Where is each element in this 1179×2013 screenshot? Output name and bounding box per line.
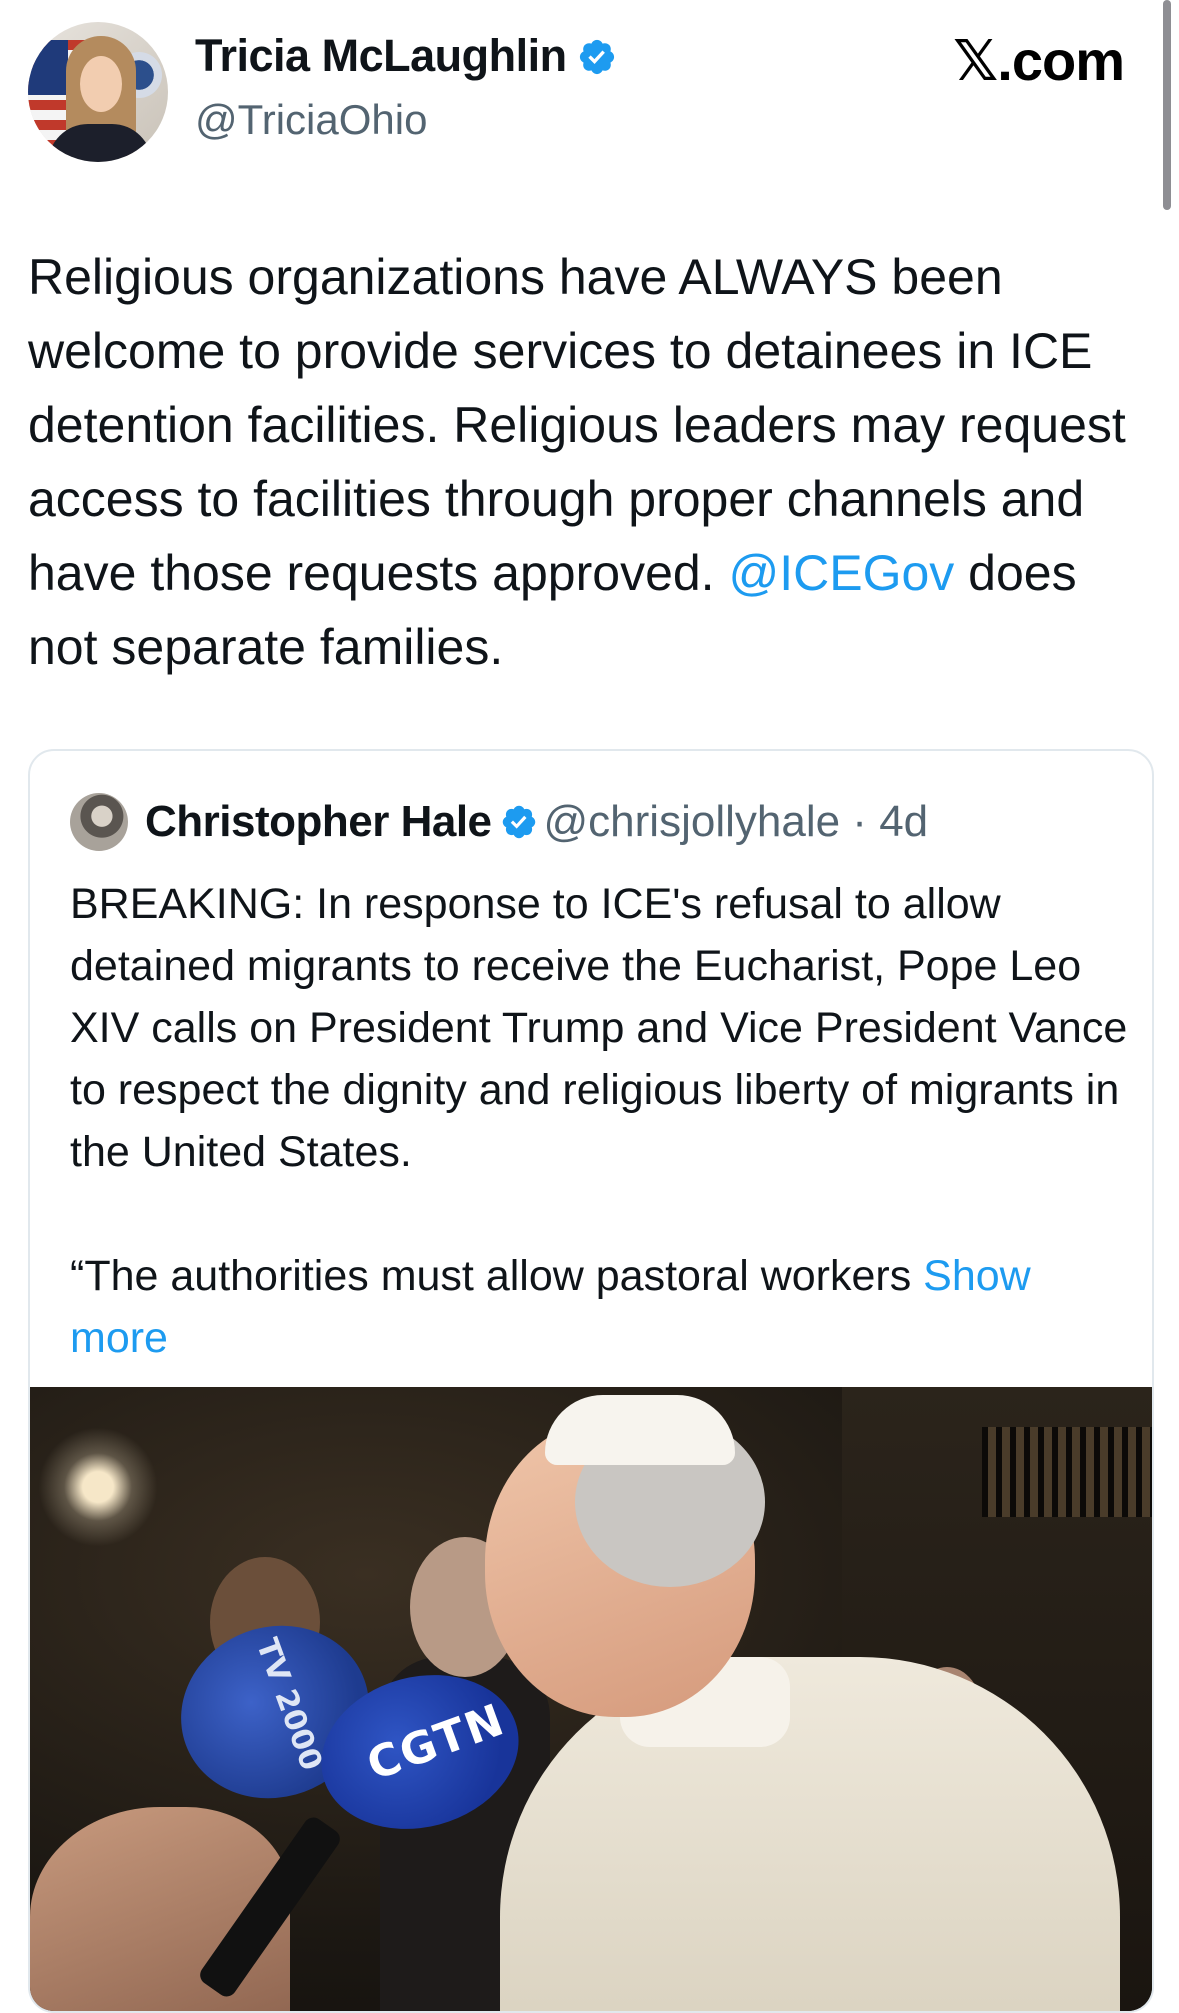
- quoted-author-handle[interactable]: @chrisjollyhale: [544, 797, 841, 846]
- tweet-text: Religious organizations have ALWAYS been…: [28, 240, 1148, 684]
- quoted-paragraph-1: BREAKING: In response to ICE's refusal t…: [70, 880, 1128, 1176]
- quoted-author-name[interactable]: Christopher Hale: [145, 797, 492, 846]
- scrollbar[interactable]: [1163, 0, 1171, 210]
- quoted-tweet-photo[interactable]: TV 2000 CGTN: [30, 1387, 1152, 2011]
- quoted-author-avatar[interactable]: [70, 793, 128, 851]
- author-name[interactable]: Tricia McLaughlin: [195, 30, 617, 88]
- verified-badge-icon: [500, 798, 538, 856]
- quoted-tweet-card[interactable]: Christopher Hale @chrisjollyhale · 4d BRE…: [28, 749, 1154, 2013]
- quoted-paragraph-2: “The authorities must allow pastoral wor…: [70, 1252, 924, 1300]
- source-label: 𝕏.com: [953, 29, 1125, 92]
- author-handle[interactable]: @TriciaOhio: [195, 96, 427, 144]
- quoted-tweet-age[interactable]: 4d: [879, 797, 928, 846]
- avatar-face: [80, 56, 122, 112]
- quoted-tweet-text: BREAKING: In response to ICE's refusal t…: [70, 873, 1130, 1369]
- mention-link[interactable]: @ICEGov: [728, 545, 954, 601]
- photo-light: [38, 1427, 158, 1547]
- flag-canton: [28, 40, 68, 95]
- verified-badge-icon: [577, 36, 617, 88]
- author-name-text[interactable]: Tricia McLaughlin: [195, 30, 567, 81]
- quoted-tweet-header: Christopher Hale @chrisjollyhale · 4d: [145, 793, 928, 856]
- photo-zucchetto: [545, 1395, 735, 1465]
- author-avatar[interactable]: [28, 22, 168, 162]
- photo-balcony: [982, 1427, 1152, 1517]
- meta-separator: ·: [840, 797, 880, 846]
